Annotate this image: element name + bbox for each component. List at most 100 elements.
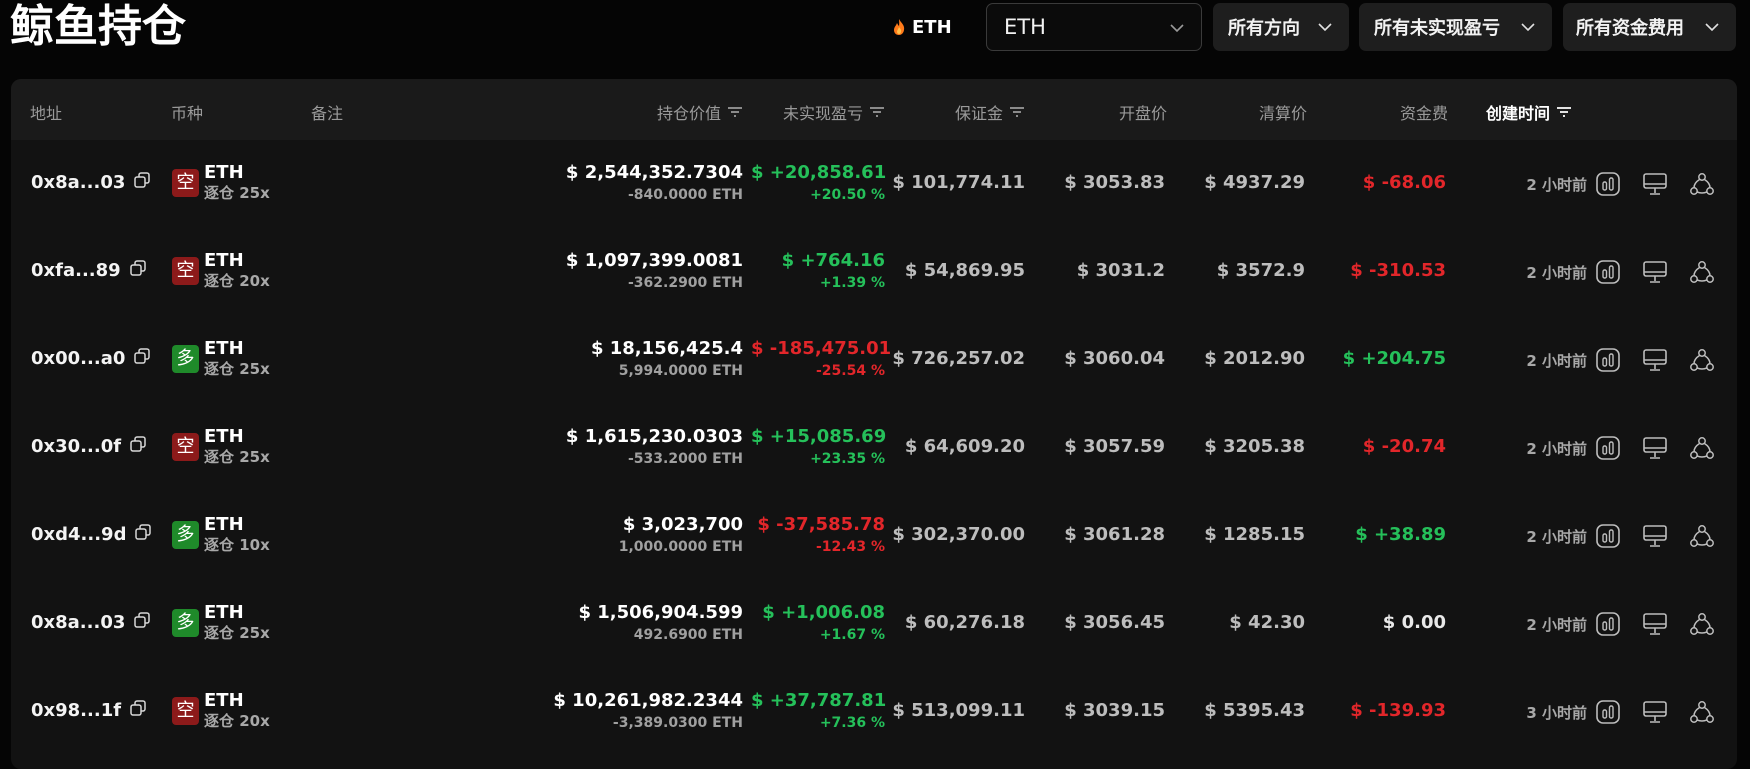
address-cell[interactable]: 0x00...a0 <box>31 347 151 370</box>
position-value-cell: $ 18,156,425.4 5,994.0000 ETH <box>511 338 743 382</box>
address-text[interactable]: 0x8a...03 <box>31 612 125 633</box>
open-price-value: $ 3061.28 <box>1064 524 1165 545</box>
network-icon[interactable] <box>1689 699 1715 725</box>
address-text[interactable]: 0xd4...9d <box>31 524 126 545</box>
position-size: -533.2000 ETH <box>627 451 743 467</box>
network-icon[interactable] <box>1689 259 1715 285</box>
coin-symbol: ETH <box>204 602 244 623</box>
created-time-value: 2 小时前 <box>1526 616 1587 634</box>
position-value: $ 1,506,904.599 <box>578 602 743 623</box>
address-cell[interactable]: 0x8a...03 <box>31 171 151 194</box>
copy-icon[interactable] <box>133 171 151 194</box>
copy-icon[interactable] <box>129 699 147 722</box>
pnl-cell: $ +1,006.08 +1.67 % <box>751 602 885 646</box>
copy-icon[interactable] <box>133 347 151 370</box>
network-icon[interactable] <box>1689 611 1715 637</box>
liq-price-value: $ 42.30 <box>1229 612 1305 633</box>
coin-symbol: ETH <box>204 426 244 447</box>
table-row[interactable]: 0x8a...03 空 ETH 逐仓 25x $ 2,544,352.7304 -840.… <box>11 140 1737 228</box>
chart-icon[interactable] <box>1595 523 1621 549</box>
pnl-percent: +23.35 % <box>810 451 885 467</box>
table-row[interactable]: 0x30...0f 空 ETH 逐仓 25x $ 1,615,230.0303 -533.… <box>11 404 1737 492</box>
unrealized-pnl-select[interactable]: 所有未实现盈亏 <box>1359 3 1552 51</box>
address-cell[interactable]: 0xfa...89 <box>31 259 147 282</box>
table-row[interactable]: 0xfa...89 空 ETH 逐仓 20x $ 1,097,399.0081 -362.… <box>11 228 1737 316</box>
position-size: -3,389.0300 ETH <box>612 715 743 731</box>
direction-select[interactable]: 所有方向 <box>1213 3 1349 51</box>
address-cell[interactable]: 0xd4...9d <box>31 523 152 546</box>
network-icon[interactable] <box>1689 171 1715 197</box>
monitor-icon[interactable] <box>1642 259 1668 285</box>
side-badge: 空 <box>172 697 199 725</box>
funding-fee-value: $ -139.93 <box>1350 700 1446 721</box>
hot-symbol-tag[interactable]: ETH <box>892 14 952 40</box>
header-unrealized-pnl[interactable]: 未实现盈亏 <box>757 100 885 124</box>
header-position-value[interactable]: 持仓价值 <box>611 100 743 124</box>
header-address: 地址 <box>30 104 63 123</box>
chart-icon[interactable] <box>1595 435 1621 461</box>
position-value-cell: $ 1,097,399.0081 -362.2900 ETH <box>511 250 743 294</box>
chevron-down-icon <box>1521 23 1535 32</box>
funding-fee-select[interactable]: 所有资金费用 <box>1563 3 1736 51</box>
coin-cell: ETH 逐仓 25x <box>204 426 270 468</box>
coin-cell: ETH 逐仓 25x <box>204 602 270 644</box>
position-value-cell: $ 2,544,352.7304 -840.0000 ETH <box>511 162 743 206</box>
chart-icon[interactable] <box>1595 171 1621 197</box>
pnl-cell: $ +764.16 +1.39 % <box>751 250 885 294</box>
copy-icon[interactable] <box>129 435 147 458</box>
symbol-select[interactable]: ETH <box>986 3 1202 51</box>
monitor-icon[interactable] <box>1642 171 1668 197</box>
margin-value: $ 726,257.02 <box>892 348 1025 369</box>
monitor-icon[interactable] <box>1642 523 1668 549</box>
position-size: -362.2900 ETH <box>627 275 743 291</box>
sort-filter-icon <box>728 107 742 117</box>
funding-fee-value: $ -68.06 <box>1362 172 1446 193</box>
side-badge: 多 <box>172 609 199 637</box>
network-icon[interactable] <box>1689 435 1715 461</box>
address-text[interactable]: 0xfa...89 <box>31 260 121 281</box>
network-icon[interactable] <box>1689 523 1715 549</box>
chart-icon[interactable] <box>1595 699 1621 725</box>
header-margin-label: 保证金 <box>954 104 1003 123</box>
chevron-down-icon <box>1705 23 1719 32</box>
chart-icon[interactable] <box>1595 347 1621 373</box>
pnl-cell: $ -185,475.01 -25.54 % <box>751 338 891 382</box>
table-row[interactable]: 0x00...a0 多 ETH 逐仓 25x $ 18,156,425.4 5,994.0… <box>11 316 1737 404</box>
position-value-cell: $ 10,261,982.2344 -3,389.0300 ETH <box>511 690 743 734</box>
position-value-cell: $ 3,023,700 1,000.0000 ETH <box>511 514 743 558</box>
chart-icon[interactable] <box>1595 259 1621 285</box>
copy-icon[interactable] <box>134 523 152 546</box>
pnl-cell: $ +20,858.61 +20.50 % <box>751 162 886 206</box>
address-text[interactable]: 0x8a...03 <box>31 172 125 193</box>
table-row[interactable]: 0xd4...9d 多 ETH 逐仓 10x $ 3,023,700 1,000.0000… <box>11 492 1737 580</box>
monitor-icon[interactable] <box>1642 699 1668 725</box>
positions-table: 地址 币种 备注 持仓价值 未实现盈亏 保证金 开盘价 清算价 资金费 创建时间… <box>11 79 1737 769</box>
table-row[interactable]: 0x8a...03 多 ETH 逐仓 25x $ 1,506,904.599 492.69… <box>11 580 1737 668</box>
address-cell[interactable]: 0x30...0f <box>31 435 147 458</box>
side-badge: 空 <box>172 257 199 285</box>
coin-cell: ETH 逐仓 10x <box>204 514 270 556</box>
open-price-value: $ 3057.59 <box>1064 436 1165 457</box>
table-row[interactable]: 0x98...1f 空 ETH 逐仓 20x $ 10,261,982.2344 -3,3… <box>11 668 1737 756</box>
address-cell[interactable]: 0x8a...03 <box>31 611 151 634</box>
copy-icon[interactable] <box>133 611 151 634</box>
position-value: $ 3,023,700 <box>622 514 743 535</box>
copy-icon[interactable] <box>129 259 147 282</box>
chart-icon[interactable] <box>1595 611 1621 637</box>
header-margin[interactable]: 保证金 <box>911 100 1025 124</box>
monitor-icon[interactable] <box>1642 347 1668 373</box>
header-coin: 币种 <box>171 104 204 123</box>
header-created-time[interactable]: 创建时间 <box>1486 100 1572 124</box>
network-icon[interactable] <box>1689 347 1715 373</box>
address-text[interactable]: 0x30...0f <box>31 436 121 457</box>
leverage-text: 逐仓 20x <box>204 272 270 290</box>
created-time-value: 2 小时前 <box>1526 176 1587 194</box>
top-bar: 鲸鱼持仓 ETH ETH 所有方向 所有未实现盈亏 所有资金费用 <box>0 0 1750 56</box>
monitor-icon[interactable] <box>1642 611 1668 637</box>
address-cell[interactable]: 0x98...1f <box>31 699 147 722</box>
address-text[interactable]: 0x98...1f <box>31 700 121 721</box>
pnl-cell: $ +15,085.69 +23.35 % <box>751 426 886 470</box>
monitor-icon[interactable] <box>1642 435 1668 461</box>
address-text[interactable]: 0x00...a0 <box>31 348 125 369</box>
pnl-percent: +1.67 % <box>819 627 885 643</box>
